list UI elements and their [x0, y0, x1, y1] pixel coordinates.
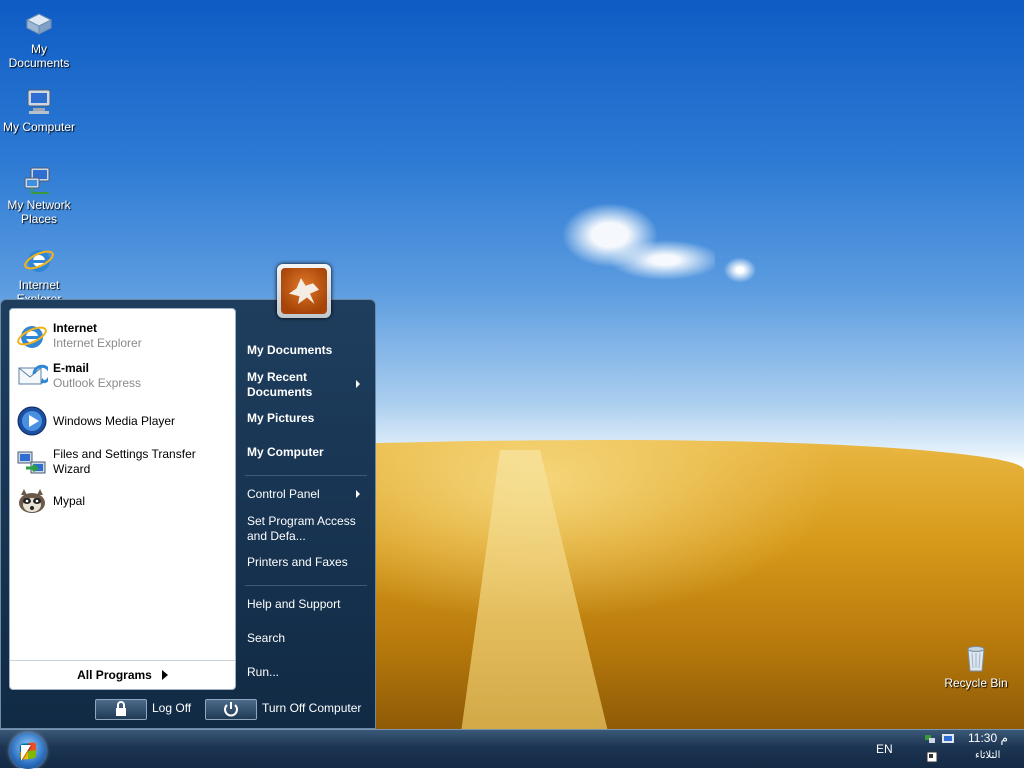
horse-icon — [289, 278, 319, 304]
desktop-icon-label: My Network Places — [7, 198, 71, 226]
places-control-panel[interactable]: Control Panel — [247, 487, 372, 502]
network-tray-icon[interactable] — [924, 733, 936, 745]
all-programs-button[interactable]: All Programs — [10, 660, 235, 689]
clock-day[interactable]: الثلاثاء — [975, 750, 1000, 761]
program-title: Files and Settings Transfer Wizard — [53, 447, 196, 476]
start-menu-programs-pane: Internet Internet Explorer E-mail Outlook … — [9, 308, 236, 690]
recent-media-player[interactable]: Windows Media Player — [16, 402, 231, 440]
desktop-icon-internet-explorer[interactable]: Internet Explorer — [0, 244, 78, 306]
display-tray-icon[interactable] — [942, 733, 954, 745]
places-my-documents[interactable]: My Documents — [247, 343, 372, 358]
log-off-button[interactable] — [95, 699, 147, 720]
safely-remove-tray-icon[interactable] — [926, 751, 938, 763]
desktop-icon-label: My Computer — [2, 120, 76, 134]
menu-divider — [245, 585, 367, 586]
places-help-support[interactable]: Help and Support — [247, 597, 372, 612]
language-indicator[interactable]: EN — [876, 742, 893, 756]
places-my-pictures[interactable]: My Pictures — [247, 411, 372, 426]
desktop-icon-recycle-bin[interactable]: Recycle Bin — [937, 642, 1015, 690]
my-documents-icon — [23, 8, 55, 40]
pinned-email[interactable]: E-mail Outlook Express — [16, 357, 231, 395]
recent-mypal[interactable]: Mypal — [16, 482, 231, 520]
start-menu: Internet Internet Explorer E-mail Outlook … — [0, 299, 376, 729]
places-printers-faxes[interactable]: Printers and Faxes — [247, 555, 372, 570]
desktop-icon-network-places[interactable]: My Network Places — [0, 164, 78, 226]
program-subtitle: Internet Explorer — [53, 336, 142, 350]
internet-explorer-icon — [23, 244, 55, 276]
places-run[interactable]: Run... — [247, 665, 372, 680]
program-title: E-mail — [53, 361, 90, 375]
network-places-icon — [23, 164, 55, 196]
recent-transfer-wizard[interactable]: Files and Settings Transfer Wizard — [16, 443, 231, 481]
program-title: Mypal — [53, 493, 86, 508]
places-search[interactable]: Search — [247, 631, 372, 646]
chevron-right-icon — [356, 380, 360, 388]
program-subtitle: Outlook Express — [53, 376, 142, 390]
outlook-express-icon — [16, 360, 52, 392]
places-set-program-access[interactable]: Set Program Access and Defa... — [247, 514, 362, 544]
program-title: Windows Media Player — [53, 413, 176, 428]
turn-off-button[interactable] — [205, 699, 257, 720]
start-menu-footer: Log Off Turn Off Computer — [1, 690, 375, 728]
lock-icon — [116, 701, 126, 716]
taskbar: EN 11:30 م الثلاثاء — [0, 729, 1024, 769]
pinned-internet[interactable]: Internet Internet Explorer — [16, 317, 231, 355]
turn-off-label[interactable]: Turn Off Computer — [262, 701, 361, 715]
clock-time[interactable]: 11:30 م — [968, 731, 1008, 745]
desktop-icon-my-documents[interactable]: My Documents — [0, 8, 78, 70]
recycle-bin-icon — [960, 642, 992, 674]
desktop-icon-label: Recycle Bin — [944, 676, 1008, 690]
media-player-icon — [16, 405, 48, 437]
log-off-label[interactable]: Log Off — [152, 701, 191, 715]
desktop-icon-label: My Documents — [8, 42, 70, 70]
cloud-small — [720, 255, 760, 285]
power-icon — [224, 702, 238, 717]
chevron-right-icon — [161, 670, 168, 680]
program-title: Internet — [53, 321, 98, 335]
user-picture[interactable] — [277, 264, 331, 318]
my-computer-icon — [23, 86, 55, 118]
desktop-icon-my-computer[interactable]: My Computer — [0, 86, 78, 134]
mouse-cursor — [21, 745, 31, 761]
places-my-recent-documents[interactable]: My Recent Documents — [247, 370, 352, 400]
menu-divider — [245, 475, 367, 476]
user-avatar — [281, 268, 327, 314]
transfer-wizard-icon — [16, 446, 48, 478]
all-programs-label: All Programs — [77, 668, 152, 682]
chevron-right-icon — [356, 490, 360, 498]
mypal-icon — [16, 485, 48, 517]
places-my-computer[interactable]: My Computer — [247, 445, 372, 460]
cloud — [555, 190, 715, 280]
internet-explorer-icon — [16, 320, 48, 352]
